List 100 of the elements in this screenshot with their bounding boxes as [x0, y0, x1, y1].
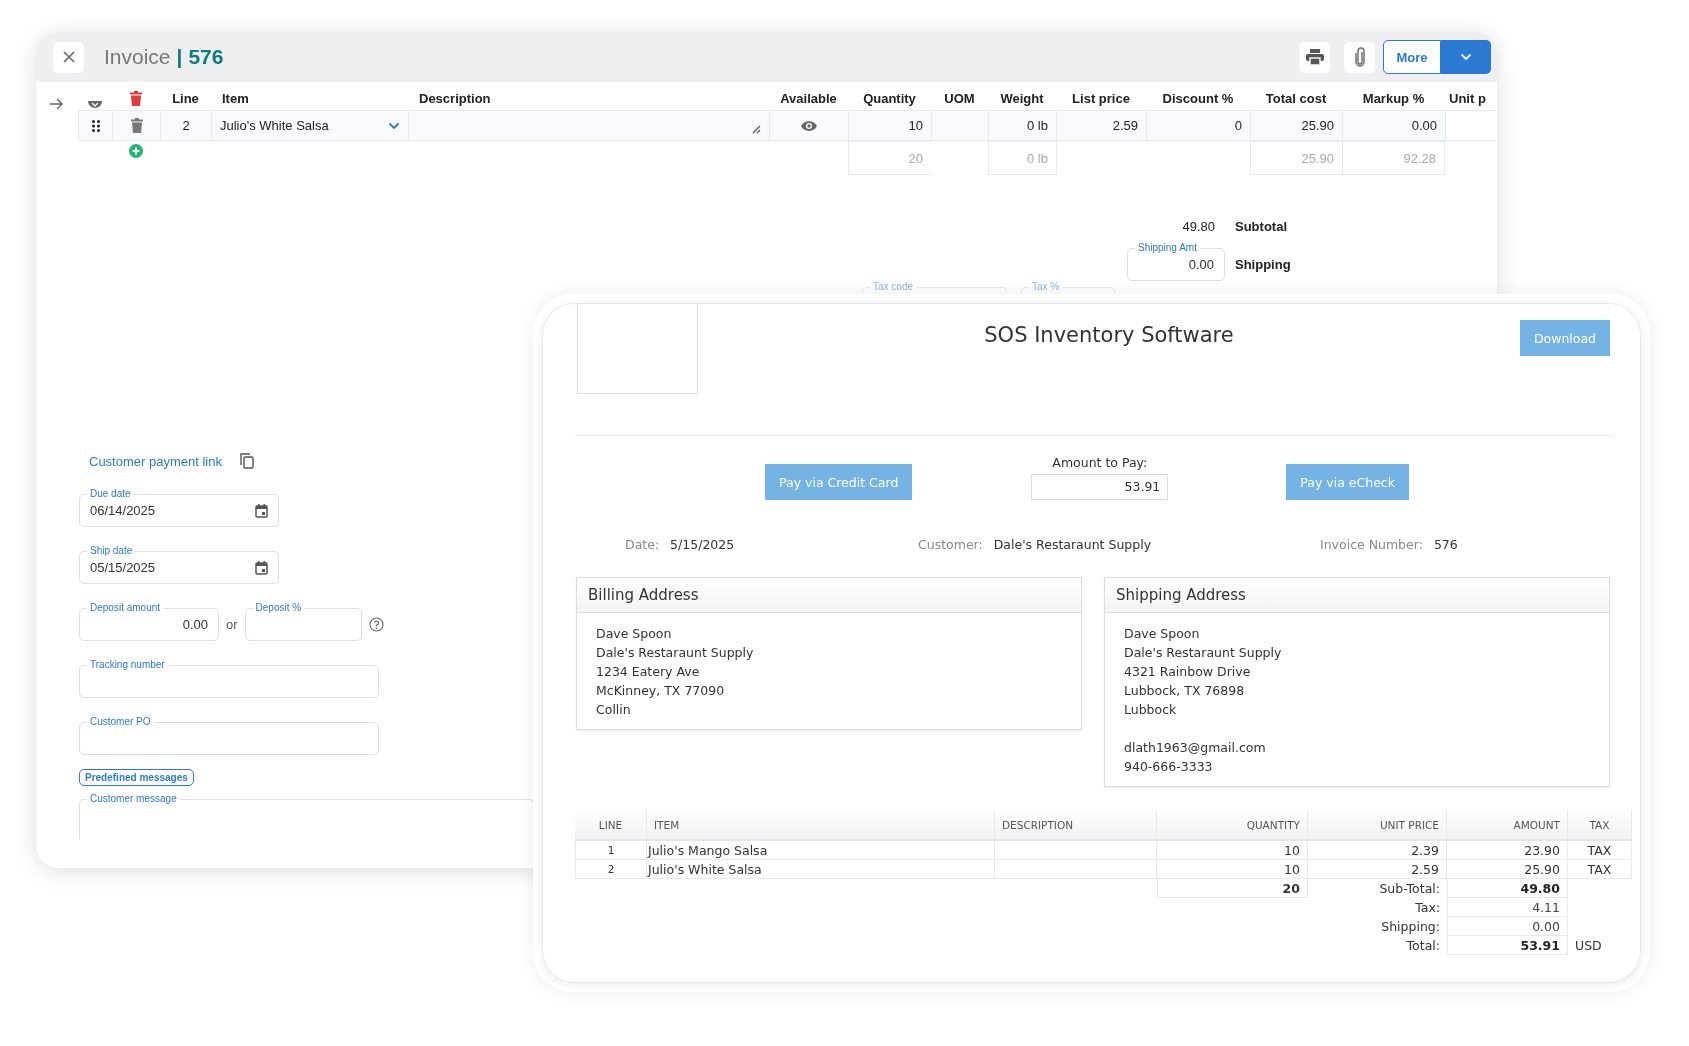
address-line: Dave Spoon: [596, 625, 673, 643]
table-cell: TAX: [1568, 860, 1632, 879]
contact-line: dlath1963@gmail.com: [1124, 739, 1267, 757]
address-line: McKinney, TX 77090: [596, 682, 726, 700]
address-line: 4321 Rainbow Drive: [1124, 663, 1252, 681]
column-header: Quantity: [862, 89, 917, 108]
summary-label: Sub-Total:: [1378, 880, 1441, 898]
field-label: Ship date: [87, 545, 136, 557]
trash-icon: [130, 118, 143, 133]
field-value: 06/14/2025: [90, 503, 156, 518]
table-cell: 92.28: [1342, 141, 1445, 175]
field-label: Customer PO: [87, 716, 154, 728]
table-cell: 10: [1157, 860, 1308, 879]
arrow-right-icon: [50, 98, 64, 110]
info-value: Dale's Restaraunt Supply: [993, 537, 1152, 552]
invoice-number: 576: [188, 45, 224, 69]
field-label: Tax code: [870, 281, 917, 293]
address-line: Lubbock, TX 76898: [1124, 682, 1246, 700]
table-cell: 2.59: [1056, 110, 1146, 141]
table-cell: 2.39: [1308, 841, 1447, 860]
item-name: Julio's White Salsa: [220, 118, 329, 133]
dropdown-button[interactable]: [1441, 40, 1491, 74]
close-icon: [61, 50, 76, 64]
table-cell: Julio's White Salsa: [647, 860, 995, 879]
window-title: Invoice: [104, 45, 171, 69]
column-header: TAX: [1568, 810, 1632, 841]
shipping-label: Shipping: [1235, 257, 1292, 274]
contact-line: 940-666-3333: [1124, 758, 1214, 776]
resize-handle-icon: [752, 125, 761, 134]
table-cell: TAX: [1568, 841, 1632, 860]
printer-icon: [1305, 49, 1324, 65]
company-name: SOS Inventory Software: [983, 323, 1235, 347]
drag-handle-icon[interactable]: [91, 119, 100, 132]
field-label: Deposit amount: [87, 602, 164, 614]
address-line: Dale's Restaraunt Supply: [596, 644, 755, 662]
attach-button[interactable]: [1344, 41, 1375, 73]
field-label: Deposit %: [252, 602, 305, 614]
column-header: UOM: [943, 89, 976, 108]
predefined-messages-button[interactable]: Predefined messages: [79, 769, 194, 786]
table-cell: 0.00: [1342, 110, 1445, 141]
table-cell: 0: [1146, 110, 1250, 141]
print-button[interactable]: [1299, 41, 1330, 73]
column-header: Description: [418, 89, 492, 108]
table-cell: Julio's Mango Salsa: [647, 841, 995, 860]
item-select[interactable]: Julio's White Salsa: [211, 110, 408, 141]
amount-label: Amount to Pay:: [1052, 455, 1148, 470]
trash-icon: [130, 90, 142, 106]
column-header: Item: [221, 89, 250, 108]
column-header: Total cost: [1264, 89, 1328, 108]
description-field[interactable]: [408, 110, 769, 141]
amount-field[interactable]: 53.91: [1031, 474, 1169, 500]
table-cell: 0 lb: [988, 110, 1056, 141]
field-label: Due date: [87, 488, 134, 500]
table-cell: 25.90: [1250, 141, 1342, 175]
info-value: 576: [1433, 537, 1458, 552]
more-button[interactable]: More: [1383, 40, 1441, 74]
table-cell: 20: [848, 141, 931, 175]
summary-label: Shipping:: [1380, 918, 1441, 936]
summary-label: Tax:: [1414, 899, 1441, 917]
currency-label: USD: [1574, 937, 1603, 955]
table-cell: [931, 110, 988, 141]
copy-icon[interactable]: [239, 453, 254, 469]
add-line-icon[interactable]: [129, 144, 143, 158]
table-cell: 25.90: [1447, 860, 1568, 879]
subtotal-label: Subtotal: [1235, 219, 1288, 234]
calendar-icon[interactable]: [255, 560, 268, 575]
column-header: Markup %: [1361, 89, 1426, 108]
column-header: QUANTITY: [1157, 810, 1308, 841]
table-cell: 23.90: [1447, 841, 1568, 860]
address-title: Shipping Address: [1105, 578, 1609, 613]
info-label: Customer:: [918, 537, 983, 552]
column-header: Available: [779, 89, 838, 108]
column-header: LINE: [575, 810, 647, 841]
collapse-toggle-icon: [88, 101, 102, 110]
summary-value: 49.80: [1447, 879, 1568, 898]
info-value: 5/15/2025: [670, 537, 735, 552]
column-header: AMOUNT: [1447, 810, 1568, 841]
address-line: Collin: [596, 701, 632, 719]
table-cell: 0 lb: [988, 141, 1056, 175]
table-cell: 2: [160, 110, 211, 141]
or-label: or: [226, 617, 238, 632]
help-icon: [368, 617, 384, 632]
calendar-icon[interactable]: [255, 503, 268, 518]
table-cell: 2: [575, 860, 647, 879]
column-header: Line: [171, 89, 200, 108]
field-value: 0.00: [1188, 257, 1214, 272]
close-button[interactable]: [53, 41, 84, 73]
eye-icon[interactable]: [801, 120, 817, 131]
chevron-down-icon: [388, 121, 400, 130]
address-line: Dave Spoon: [1124, 625, 1201, 643]
payment-link[interactable]: Customer payment link: [89, 453, 222, 469]
total-quantity: 20: [1157, 879, 1308, 898]
column-header: DESCRIPTION: [995, 810, 1157, 841]
column-header: Discount %: [1161, 89, 1235, 108]
column-header: ITEM: [647, 810, 995, 841]
table-cell: 1: [575, 841, 647, 860]
summary-value: 4.11: [1447, 898, 1568, 917]
column-header: UNIT PRICE: [1308, 810, 1447, 841]
field-value: 05/15/2025: [90, 560, 156, 575]
info-label: Invoice Number:: [1320, 537, 1423, 552]
